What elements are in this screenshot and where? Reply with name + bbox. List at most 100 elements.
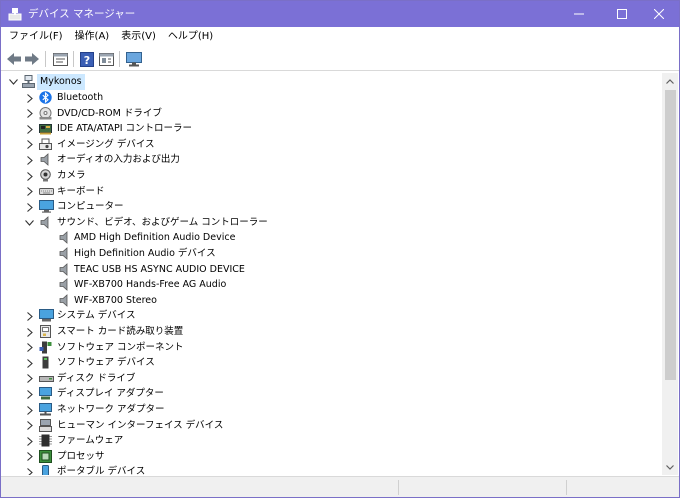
tree-item[interactable]: キーボード [5,184,661,200]
tree-child-label: TEAC USB HS ASYNC AUDIO DEVICE [74,263,245,275]
tree-child-item[interactable]: WF-XB700 Stereo [5,293,661,309]
chevron-right-icon[interactable] [25,358,35,368]
tree-item-label: システム デバイス [57,310,136,322]
computer-icon [39,200,54,213]
chevron-right-icon[interactable] [25,327,35,337]
tree-child-item[interactable]: High Definition Audio デバイス [5,246,661,262]
display-monitor-icon[interactable] [126,51,142,67]
chevron-right-icon[interactable] [25,452,35,462]
tree-child-item[interactable]: TEAC USB HS ASYNC AUDIO DEVICE [5,262,661,278]
scroll-down-arrow-icon[interactable] [662,459,678,475]
title-bar[interactable]: デバイス マネージャー [1,1,679,27]
chevron-right-icon[interactable] [25,93,35,103]
chevron-right-icon[interactable] [25,421,35,431]
vertical-scrollbar[interactable] [662,73,678,475]
keyboard-icon [39,185,54,198]
toolbar-separator [119,51,120,67]
tree-item[interactable]: ネットワーク アダプター [5,402,661,418]
tree-item[interactable]: ディスク ドライブ [5,371,661,387]
back-arrow-icon[interactable] [6,51,22,67]
close-button[interactable] [641,1,677,27]
tree-child-item[interactable]: AMD High Definition Audio Device [5,230,661,246]
forward-arrow-icon[interactable] [24,51,40,67]
chevron-right-icon[interactable] [25,436,35,446]
speaker-icon [58,231,71,245]
maximize-button[interactable] [604,1,640,27]
hid-icon [39,418,52,432]
network-adapter-icon [39,403,52,416]
scrollbar-thumb[interactable] [665,90,676,380]
tree-item-label: ディスプレイ アダプター [57,388,164,400]
toolbar-separator [73,51,74,67]
tree-item[interactable]: オーディオの入力および出力 [5,152,661,168]
chevron-right-icon[interactable] [25,374,35,384]
window-title: デバイス マネージャー [28,8,136,20]
tree-item[interactable]: コンピューター [5,199,661,215]
tree-item[interactable]: カメラ [5,168,661,184]
tree-item[interactable]: ソフトウェア デバイス [5,355,661,371]
toolbar-separator [45,51,46,67]
chevron-right-icon[interactable] [25,343,35,353]
tree-item-label: ディスク ドライブ [57,372,136,384]
minimize-button[interactable] [561,1,597,27]
speaker-icon [58,293,71,307]
tree-item[interactable]: プロセッサ [5,449,661,465]
toolbar: ? [1,47,679,71]
menu-help[interactable]: ヘルプ(H) [162,27,219,47]
tree-item[interactable]: ポータブル デバイス [5,464,661,475]
smart-card-reader-icon [39,325,52,338]
chevron-right-icon[interactable] [25,140,35,150]
chevron-right-icon[interactable] [25,311,35,321]
tree-item[interactable]: Bluetooth [5,90,661,106]
view-details-icon[interactable] [98,51,114,67]
chevron-right-icon[interactable] [25,467,35,475]
tree-item[interactable]: システム デバイス [5,308,661,324]
tree-item[interactable]: ソフトウェア コンポーネント [5,340,661,356]
chevron-right-icon[interactable] [25,171,35,181]
properties-icon[interactable] [52,51,68,67]
software-component-icon [39,341,52,354]
device-tree: Mykonos Bluetooth DVD/CD-ROM ドライブ IDE AT… [5,73,661,475]
chevron-right-icon[interactable] [25,405,35,415]
menu-view[interactable]: 表示(V) [115,27,162,47]
menu-action[interactable]: 操作(A) [69,27,116,47]
tree-item[interactable]: ファームウェア [5,433,661,449]
disk-drive-icon [39,372,54,385]
chevron-right-icon[interactable] [25,202,35,212]
tree-root-row[interactable]: Mykonos [5,74,661,90]
tree-child-label: High Definition Audio デバイス [74,248,216,259]
tree-item-label: コンピューター [57,201,124,213]
menu-bar: ファイル(F) 操作(A) 表示(V) ヘルプ(H) [1,27,679,47]
chevron-right-icon[interactable] [25,389,35,399]
tree-item[interactable]: DVD/CD-ROM ドライブ [5,106,661,122]
chevron-down-icon[interactable] [8,77,18,87]
camera-icon [39,169,52,182]
tree-item[interactable]: スマート カード読み取り装置 [5,324,661,340]
chevron-down-icon[interactable] [24,218,34,228]
chevron-right-icon[interactable] [25,109,35,119]
tree-item-expanded[interactable]: サウンド、ビデオ、およびゲーム コントローラー [5,215,661,231]
menu-file[interactable]: ファイル(F) [3,27,69,47]
tree-item-label: ソフトウェア コンポーネント [57,341,184,353]
chevron-right-icon[interactable] [25,155,35,165]
firmware-icon [39,434,52,447]
tree-child-item[interactable]: WF-XB700 Hands-Free AG Audio [5,277,661,293]
tree-item-label: ポータブル デバイス [57,466,146,475]
scroll-up-arrow-icon[interactable] [662,73,678,89]
speaker-icon [58,262,71,276]
dvd-drive-icon [39,106,52,120]
tree-item[interactable]: IDE ATA/ATAPI コントローラー [5,121,661,137]
tree-item[interactable]: ディスプレイ アダプター [5,386,661,402]
ide-controller-icon [39,122,52,135]
tree-item[interactable]: イメージング デバイス [5,137,661,153]
chevron-right-icon[interactable] [25,187,35,197]
tree-item-label: ファームウェア [57,435,124,447]
tree-item-label: ソフトウェア デバイス [57,357,155,369]
speaker-icon [39,215,52,229]
portable-device-icon [39,465,52,475]
chevron-right-icon[interactable] [25,124,35,134]
status-bar [1,476,679,497]
processor-icon [39,449,52,463]
help-icon[interactable]: ? [79,51,95,67]
tree-item[interactable]: ヒューマン インターフェイス デバイス [5,418,661,434]
